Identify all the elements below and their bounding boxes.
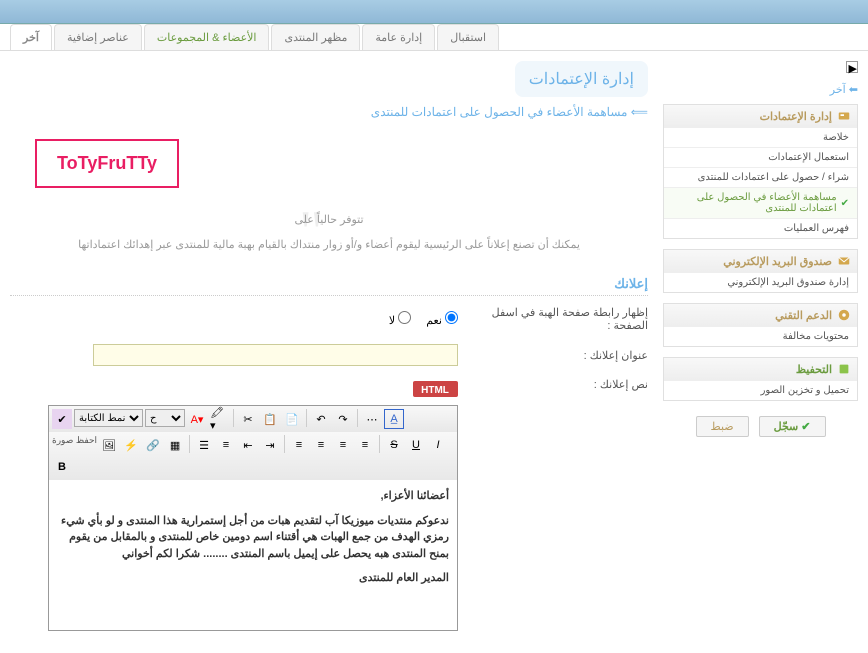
tb-justify-icon[interactable]: ≡ xyxy=(355,435,375,455)
check-icon: ✔ xyxy=(801,420,810,433)
tb-ol-icon[interactable]: ≡ xyxy=(216,435,236,455)
tab-bar: استقبال إدارة عامة مظهر المنتدى الأعضاء … xyxy=(0,24,868,51)
panel-support-head: الدعم التقني xyxy=(664,304,857,326)
tb-size-select[interactable]: ح xyxy=(145,409,185,427)
panel-support: الدعم التقني محتويات مخالفة xyxy=(663,303,858,347)
mail-icon xyxy=(837,254,851,268)
tb-left-icon[interactable]: ≡ xyxy=(289,435,309,455)
tb-underline-icon[interactable]: U xyxy=(406,435,426,455)
sidebar-item-summary[interactable]: خلاصة xyxy=(664,127,857,147)
sidebar: ▶ ⬅ آخر إدارة الإعتمادات خلاصة استعمال ا… xyxy=(663,61,858,643)
tb-special-icon[interactable]: ⋯ xyxy=(362,409,382,429)
section-title: إعلانك xyxy=(10,276,648,296)
sidebar-item-buy[interactable]: شراء / حصول على اعتمادات للمنتدى xyxy=(664,167,857,187)
save-button[interactable]: ✔سجّل xyxy=(759,416,826,437)
tb-copy-icon[interactable]: 📋 xyxy=(260,409,280,429)
tb-redo-icon[interactable]: ↷ xyxy=(333,409,353,429)
tb-flash-icon[interactable]: ⚡ xyxy=(121,435,141,455)
radio-yes[interactable] xyxy=(445,311,458,324)
tab-appearance[interactable]: مظهر المنتدى xyxy=(271,24,360,50)
tab-general[interactable]: إدارة عامة xyxy=(362,24,435,50)
page-subtitle: ⟸ مساهمة الأعضاء في الحصول على اعتمادات … xyxy=(10,105,648,119)
top-bar xyxy=(0,0,868,24)
tb-style-select[interactable]: نمط الكتابة xyxy=(74,409,143,427)
svg-text:HTML: HTML xyxy=(421,385,449,396)
tb-spellcheck-icon[interactable]: ✔ xyxy=(52,409,72,429)
panel-save: التحفيظ تحميل و تخزين الصور xyxy=(663,357,858,401)
sidebar-item-mail[interactable]: إدارة صندوق البريد الإلكتروني xyxy=(664,272,857,292)
panel-credits-head: إدارة الإعتمادات xyxy=(664,105,857,127)
tab-members[interactable]: الأعضاء & المجموعات xyxy=(144,24,270,50)
upload-label: احفظ صورة xyxy=(52,435,97,455)
tb-paste-icon[interactable]: 📄 xyxy=(282,409,302,429)
tab-reception[interactable]: استقبال xyxy=(437,24,499,50)
tb-image-icon[interactable]: 🖼 xyxy=(99,435,119,455)
sidebar-item-use[interactable]: استعمال الإعتمادات xyxy=(664,147,857,167)
tb-link-icon[interactable]: 🔗 xyxy=(143,435,163,455)
footer-label: إظهار رابطة صفحة الهبة في اسفل الصفحة : xyxy=(478,306,648,332)
sidebar-item-log[interactable]: فهرس العمليات xyxy=(664,218,857,238)
tb-strike-icon[interactable]: S xyxy=(384,435,404,455)
sidebar-item-violations[interactable]: محتويات مخالفة xyxy=(664,326,857,346)
description: تتوفر حالياً على يمكنك أن تصنع إعلاناً ع… xyxy=(10,203,648,261)
tab-other[interactable]: آخر xyxy=(10,24,52,50)
tb-mode-icon[interactable]: A̲ xyxy=(384,409,404,429)
breadcrumb-other: ⬅ آخر xyxy=(663,83,858,96)
sidebar-item-contribute[interactable]: ✔مساهمة الأعضاء في الحصول على اعتمادات ل… xyxy=(664,187,857,218)
page-title: إدارة الإعتمادات xyxy=(515,61,648,97)
credits-icon xyxy=(837,109,851,123)
radio-no[interactable] xyxy=(398,311,411,324)
watermark-text: ToTyFruTTy xyxy=(57,153,157,173)
legend-icon[interactable]: ▶ xyxy=(846,61,858,73)
html-badge: HTML xyxy=(413,381,458,400)
tb-ul-icon[interactable]: ☰ xyxy=(194,435,214,455)
ad-title-input[interactable] xyxy=(93,344,458,366)
tb-outdent-icon[interactable]: ⇤ xyxy=(238,435,258,455)
tab-extras[interactable]: عناصر إضافية xyxy=(54,24,142,50)
ad-title-label: عنوان إعلانك : xyxy=(478,349,648,362)
tb-fontcolor-icon[interactable]: A▾ xyxy=(187,409,207,429)
panel-mail-head: صندوق البريد الإلكتروني xyxy=(664,250,857,272)
check-icon: ✔ xyxy=(841,198,849,209)
panel-save-head: التحفيظ xyxy=(664,358,857,380)
tb-italic-icon[interactable]: I xyxy=(428,435,448,455)
main-content: إدارة الإعتمادات ⟸ مساهمة الأعضاء في الح… xyxy=(10,61,648,643)
tb-bgcolor-icon[interactable]: 🖍▾ xyxy=(209,409,229,429)
editor-content[interactable]: أعضائنا الأعزاء, ندعوكم منتديات ميوزيكا … xyxy=(49,480,457,630)
watermark-box: ToTyFruTTy xyxy=(35,139,179,188)
form-row-title: عنوان إعلانك : xyxy=(10,344,648,366)
tb-center-icon[interactable]: ≡ xyxy=(311,435,331,455)
tb-cut-icon[interactable]: ✂ xyxy=(238,409,258,429)
tb-table-icon[interactable]: ▦ xyxy=(165,435,185,455)
panel-mail: صندوق البريد الإلكتروني إدارة صندوق البر… xyxy=(663,249,858,293)
save-icon xyxy=(837,362,851,376)
sidebar-item-images[interactable]: تحميل و تخزين الصور xyxy=(664,380,857,400)
panel-credits: إدارة الإعتمادات خلاصة استعمال الإعتمادا… xyxy=(663,104,858,239)
tb-right-icon[interactable]: ≡ xyxy=(333,435,353,455)
editor-toolbar-2: احفظ صورة 🖼 ⚡ 🔗 ▦ ☰ ≡ ⇤ ⇥ ≡ ≡ ≡ xyxy=(49,432,457,480)
tb-undo-icon[interactable]: ↶ xyxy=(311,409,331,429)
button-row: ✔سجّل ضبط xyxy=(663,416,858,437)
support-icon xyxy=(837,308,851,322)
rich-editor: ✔ نمط الكتابة ح A▾ 🖍▾ ✂ 📋 📄 ↶ ↷ ⋯ xyxy=(48,405,458,631)
radio-no-label[interactable]: لا xyxy=(389,311,411,327)
radio-yes-label[interactable]: نعم xyxy=(426,311,458,327)
ad-text-label: نص إعلانك : xyxy=(478,378,648,391)
editor-toolbar-1: ✔ نمط الكتابة ح A▾ 🖍▾ ✂ 📋 📄 ↶ ↷ ⋯ xyxy=(49,406,457,432)
form-row-text: نص إعلانك : HTML ✔ نمط الكتابة ح A▾ 🖍▾ ✂… xyxy=(10,378,648,631)
tb-bold-icon[interactable]: B xyxy=(52,457,72,477)
form-row-footer: إظهار رابطة صفحة الهبة في اسفل الصفحة : … xyxy=(10,306,648,332)
tb-indent-icon[interactable]: ⇥ xyxy=(260,435,280,455)
reset-button[interactable]: ضبط xyxy=(696,416,749,437)
